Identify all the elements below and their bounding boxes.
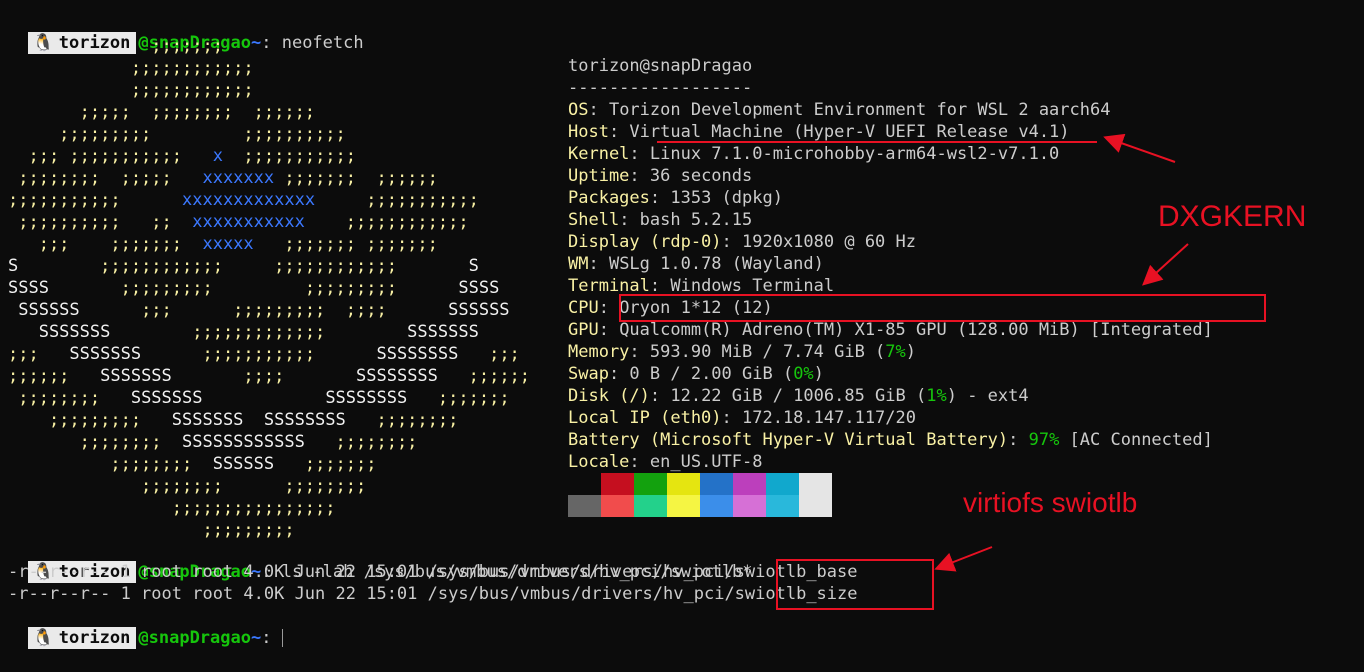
gpu-arrow (1142, 243, 1189, 286)
swiotlb-arrow (934, 546, 993, 572)
kernel-arrow (1103, 133, 1176, 163)
annotation-arrows (934, 133, 1189, 572)
